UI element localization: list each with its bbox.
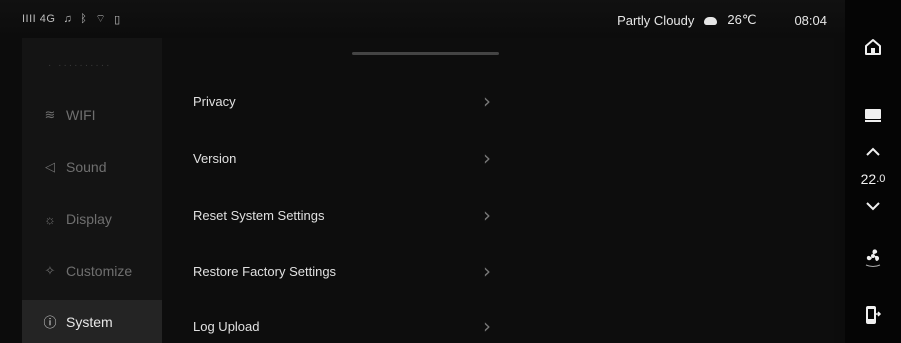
settings-screen: IIII 4G ♫ ᛒ ⌔ ▯ Partly Cloudy 26℃ 08:04 … [0,0,901,343]
cloud-icon [704,17,718,25]
drag-handle[interactable] [352,52,499,55]
customize-icon: ✧ [44,263,56,278]
media-button[interactable] [845,100,901,130]
sidebar-item-sound[interactable]: ◁ Sound [22,142,162,192]
media-icon [865,109,881,122]
row-label: Restore Factory Settings [193,263,337,279]
status-left: IIII 4G ♫ ᛒ ⌔ ▯ [22,12,121,26]
temp-down-button[interactable] [845,196,901,216]
signal-indicator: IIII 4G [22,13,56,25]
vibrate-icon: ▯ [114,13,121,26]
clock: 08:04 [794,12,827,28]
temperature-value: 22 [860,171,877,187]
fan-button[interactable] [845,244,901,270]
status-bar: IIII 4G ♫ ᛒ ⌔ ▯ Partly Cloudy 26℃ 08:04 [0,0,845,38]
row-label: Log Upload [193,318,260,334]
chevron-right-icon: › [483,89,491,113]
row-label: Version [193,150,237,166]
sidebar-item-label: WIFI [66,107,96,123]
sidebar-item-label: Sound [66,159,107,175]
sidebar-item-partial[interactable]: · ·········· [48,60,111,71]
temperature-decimal: .0 [876,173,886,185]
row-label: Privacy [193,93,236,109]
sidebar-item-display[interactable]: ☼ Display [22,194,162,244]
home-icon [865,39,881,55]
settings-row-version[interactable]: Version › [193,138,491,178]
info-icon: ⓘ [43,315,57,330]
chevron-right-icon: › [483,259,491,283]
weather-temperature: 26℃ [727,12,757,27]
chevron-right-icon: › [483,203,491,227]
settings-row-log-upload[interactable]: Log Upload › [193,306,491,343]
settings-row-restore-factory[interactable]: Restore Factory Settings › [193,251,491,291]
chevron-right-icon: › [483,314,491,338]
sidebar-item-wifi[interactable]: ≋ WIFI [22,90,162,140]
sidebar-item-label: Display [66,211,112,227]
home-button[interactable] [845,32,901,62]
sun-icon: ☼ [44,211,56,227]
audio-icon: ♫ [63,13,73,25]
chevron-right-icon: › [483,146,491,170]
temperature-display: 22.0 [845,168,901,190]
sidebar-item-label: Customize [66,263,133,279]
settings-sidebar: · ·········· ≋ WIFI ◁ Sound ☼ Display ✧ … [22,38,162,343]
sidebar-item-system[interactable]: ⓘ System [22,300,162,343]
vehicle-control-rail: 22.0 [845,0,901,343]
wifi-icon: ≋ [44,107,56,122]
settings-row-privacy[interactable]: Privacy › [193,81,491,121]
phone-connect-icon [866,306,882,324]
wifi-status-icon: ⌔ [95,13,107,25]
phone-button[interactable] [845,302,901,328]
sidebar-item-label: System [66,313,113,330]
status-right: Partly Cloudy 26℃ 08:04 [617,12,827,28]
sidebar-item-customize[interactable]: ✧ Customize [22,246,162,296]
temp-up-button[interactable] [845,142,901,162]
bluetooth-icon: ᛒ [80,13,88,25]
chevron-up-icon [866,147,880,156]
chevron-down-icon [866,202,880,211]
fan-icon [865,249,881,267]
weather-label: Partly Cloudy [617,12,695,28]
row-label: Reset System Settings [193,207,325,223]
settings-row-reset-system[interactable]: Reset System Settings › [193,195,491,235]
speaker-icon: ◁ [45,159,55,174]
